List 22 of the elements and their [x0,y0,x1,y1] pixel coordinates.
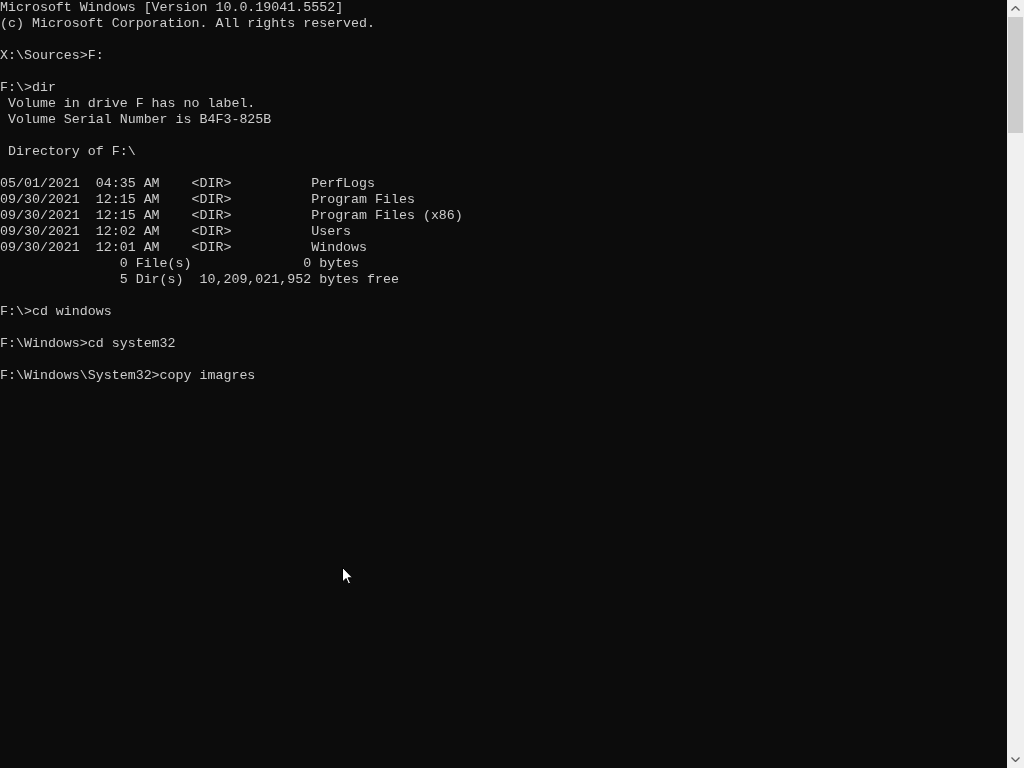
console-line: Volume Serial Number is B4F3-825B [6,112,272,128]
console-line: (c) Microsoft Corporation. All rights reserved. [0,16,376,32]
scroll-thumb[interactable] [1008,17,1023,133]
mouse-pointer-icon [342,567,353,585]
console-line: 09/30/2021 12:02 AM <DIR> Users [0,224,352,240]
scroll-down-icon[interactable] [1011,757,1020,762]
console-line: 09/30/2021 12:15 AM <DIR> Program Files [0,192,415,208]
console-line: 5 Dir(s) 10,209,021,952 bytes free [118,272,399,288]
console-line: 09/30/2021 12:15 AM <DIR> Program Files (x86) [0,208,463,224]
scroll-up-icon[interactable] [1011,6,1020,11]
console-line: F:\Windows\System32>copy imagres [0,368,256,384]
console-line: X:\Sources>F: [0,48,104,64]
console-line: 05/01/2021 04:35 AM <DIR> PerfLogs [0,176,376,192]
console-line: Volume in drive F has no label. [6,96,256,112]
scrollbar[interactable] [1007,0,1024,768]
console-line: 09/30/2021 12:01 AM <DIR> Windows [0,240,368,256]
console-line: Microsoft Windows [Version 10.0.19041.5552] [0,0,344,16]
console-line: F:\>dir [0,80,56,96]
console-line: Directory of F:\ [6,144,136,160]
console-line: F:\>cd windows [0,304,112,320]
console-line: F:\Windows>cd system32 [0,336,176,352]
console-line: 0 File(s) 0 bytes [118,256,360,272]
